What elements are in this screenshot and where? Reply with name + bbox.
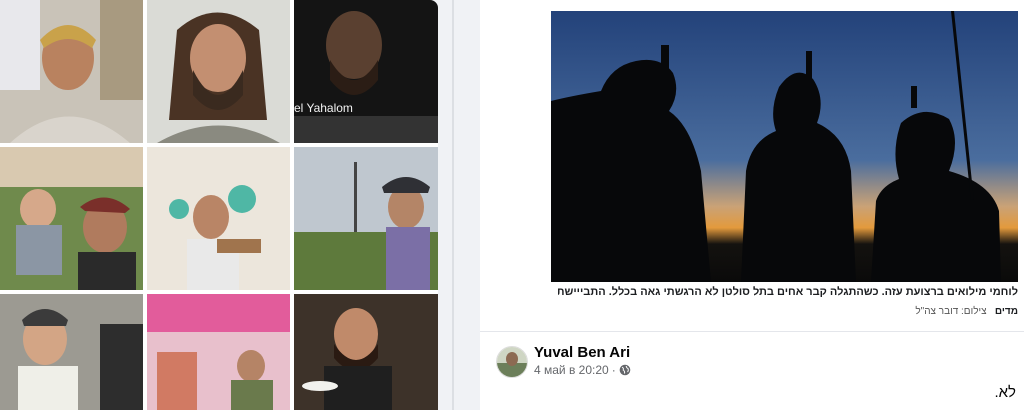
post-text: לא. [994, 384, 1016, 401]
video-tile[interactable]: el Yahalom [294, 0, 438, 143]
globe-icon[interactable] [619, 364, 631, 379]
photo-tile[interactable] [294, 147, 438, 290]
photo-tile[interactable] [0, 0, 143, 143]
photo-tile[interactable] [0, 294, 143, 410]
divider [480, 331, 1024, 332]
photo-credit: מדים צילום: דובר צה"ל [915, 306, 1018, 317]
post-meta: 4 май в 20:20 · [534, 363, 631, 379]
scrollbar[interactable] [452, 0, 454, 410]
photo-tile[interactable] [147, 147, 290, 290]
post-card: לוחמי מילואים ברצועת עזה. כשהתגלה קבר אח… [480, 0, 1024, 410]
post-image[interactable] [551, 11, 1018, 282]
meta-separator: · [611, 363, 616, 377]
avatar[interactable] [496, 346, 528, 378]
photo-tile[interactable] [147, 294, 290, 410]
credit-label: צילום: דובר צה"ל [915, 306, 987, 317]
image-caption: לוחמי מילואים ברצועת עזה. כשהתגלה קבר אח… [558, 286, 1018, 298]
participant-name-label: el Yahalom [294, 101, 353, 115]
photo-grid: el Yahalom [0, 0, 438, 410]
gutter [438, 0, 480, 410]
post-author[interactable]: Yuval Ben Ari [534, 344, 630, 361]
credit-tag[interactable]: מדים [995, 306, 1018, 317]
photo-tile[interactable] [294, 294, 438, 410]
photo-tile[interactable] [147, 0, 290, 143]
post-timestamp[interactable]: 4 май в 20:20 [534, 363, 609, 377]
photo-tile[interactable] [0, 147, 143, 290]
